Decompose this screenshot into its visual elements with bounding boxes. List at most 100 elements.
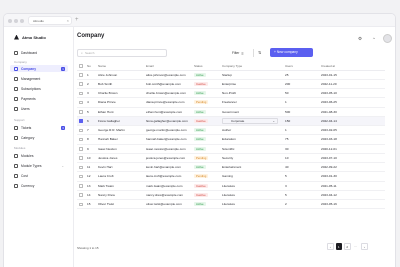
- count-badge: 3: [61, 125, 65, 130]
- new-company-button[interactable]: + New company: [270, 47, 313, 57]
- table-row[interactable]: 6 Fiona Gallagher fiona.gallagher@example.…: [77, 116, 385, 127]
- cell-users: 5: [283, 190, 319, 201]
- window-close-dot[interactable]: [8, 18, 12, 23]
- table-row[interactable]: 4 Diana Prince diana.prince@example.com Pen…: [77, 97, 385, 108]
- cell-users: 200: [283, 79, 319, 90]
- table-row[interactable]: 2 Bob Smith bob.smith@example.com Inactive E…: [77, 79, 385, 90]
- cell-created-at: 2020-12-01: [319, 144, 385, 154]
- cell-email: bob.smith@example.com: [144, 79, 192, 90]
- row-checkbox[interactable]: [77, 153, 85, 164]
- sidebar-item-cost[interactable]: Cost: [10, 172, 68, 179]
- row-checkbox[interactable]: [77, 88, 85, 99]
- cell-users: 5: [283, 171, 319, 182]
- row-checkbox[interactable]: [77, 181, 85, 191]
- sidebar-item-users[interactable]: Users: [10, 105, 68, 112]
- column-header-name[interactable]: Name: [96, 62, 144, 71]
- tab-close-icon[interactable]: ×: [67, 17, 69, 25]
- module-types-icon: [14, 163, 18, 168]
- module-icon: [14, 153, 18, 158]
- main-content: Company ⚙ ◔ ⌕ Filter ≡ ⇅ + New company N…: [70, 13, 400, 267]
- sidebar-item-tickets[interactable]: Tickets 3: [10, 124, 68, 131]
- table-row[interactable]: 3 Charlie Brown charlie.brown@example.com A…: [77, 88, 385, 99]
- status-badge: Active: [194, 128, 206, 133]
- company-type-select[interactable]: Corporate ⌄: [222, 118, 278, 124]
- select-all-checkbox[interactable]: [77, 62, 85, 71]
- cell-email: mark.twain@example.com: [144, 181, 192, 191]
- select-value: Corporate: [231, 119, 245, 124]
- row-checkbox[interactable]: [77, 79, 85, 90]
- window-maximize-dot[interactable]: [20, 18, 24, 23]
- sidebar-item-module-types[interactable]: Module Types ⌄: [10, 162, 68, 169]
- row-checkbox[interactable]: [77, 162, 85, 173]
- settings-icon[interactable]: ⚙: [358, 36, 362, 42]
- row-checkbox[interactable]: [77, 171, 85, 182]
- page-title: Company: [77, 33, 105, 39]
- search-box[interactable]: ⌕: [77, 49, 167, 57]
- sidebar-item-subscriptions[interactable]: Subscriptions: [10, 85, 68, 92]
- cell-created-at: 2023-04-12: [319, 190, 385, 201]
- filter-button[interactable]: Filter ≡: [232, 49, 244, 57]
- row-checkbox[interactable]: [77, 70, 85, 80]
- cell-status: Pending: [192, 171, 220, 182]
- row-checkbox[interactable]: [77, 116, 85, 127]
- brand-name: Atmo Studio: [22, 34, 46, 40]
- bell-icon[interactable]: ◔: [372, 36, 375, 41]
- window-minimize-dot[interactable]: [14, 18, 18, 23]
- sidebar-item-category[interactable]: Category: [10, 134, 68, 141]
- sort-icon[interactable]: ⇅: [258, 50, 261, 55]
- sidebar-item-currency[interactable]: Currency: [10, 182, 68, 189]
- column-header-users[interactable]: Users: [283, 62, 319, 71]
- column-header-created-at[interactable]: Created at: [319, 62, 385, 71]
- cell-company-type: Corporate ⌄: [220, 116, 283, 127]
- prev-page-button[interactable]: ‹: [327, 243, 334, 250]
- cell-status: Active: [192, 144, 220, 154]
- cell-users: 3: [283, 181, 319, 191]
- sidebar-item-dashboard[interactable]: Dashboard: [10, 49, 68, 56]
- row-checkbox[interactable]: [77, 134, 85, 145]
- cell-company-type: Security: [220, 153, 283, 164]
- row-checkbox[interactable]: [77, 190, 85, 201]
- sidebar-item-label: Tickets: [21, 125, 32, 130]
- table-row[interactable]: 9 Isaac Newton isaac.newton@example.com Act…: [77, 144, 385, 154]
- table-row[interactable]: 11 Kevin Hart kevin.hart@example.com Active…: [77, 162, 385, 173]
- table-row[interactable]: 12 Laura Croft laura.croft@example.com Pend…: [77, 171, 385, 182]
- column-header-email[interactable]: Email: [144, 62, 192, 71]
- cell-name: Fiona Gallagher: [96, 116, 144, 127]
- table-row[interactable]: 8 Hannah Baker hannah.baker@example.com Act…: [77, 134, 385, 145]
- browser-tab[interactable]: Almodio ×: [28, 16, 72, 25]
- cell-name: Laura Croft: [96, 171, 144, 182]
- cell-no: 7: [85, 125, 96, 136]
- table-row[interactable]: 10 Jessica Jones jessica.jones@example.com…: [77, 153, 385, 164]
- page-button[interactable]: 1: [335, 243, 342, 250]
- sidebar-item-label: Dashboard: [21, 50, 38, 55]
- cell-name: Ethan Hunt: [96, 107, 144, 117]
- column-header-status[interactable]: Status: [192, 62, 220, 71]
- cell-users: 1: [283, 125, 319, 136]
- column-header-company-type[interactable]: Company Type: [220, 62, 283, 71]
- row-checkbox[interactable]: [77, 125, 85, 136]
- sidebar-item-management[interactable]: Management: [10, 75, 68, 82]
- sidebar-item-company[interactable]: Company 1: [10, 65, 68, 72]
- avatar[interactable]: [383, 34, 392, 43]
- page-button[interactable]: 2: [344, 243, 351, 250]
- cell-company-type: Literature: [220, 190, 283, 201]
- sidebar-item-modules[interactable]: Modules: [10, 152, 68, 159]
- cell-created-at: 2021-05-11: [319, 181, 385, 191]
- row-checkbox[interactable]: [77, 144, 85, 154]
- table-row[interactable]: 1 Alice Johnson alice.johnson@example.com A…: [77, 70, 385, 80]
- next-page-button[interactable]: ›: [361, 243, 368, 250]
- table-row[interactable]: 5 Ethan Hunt ethan.hunt@example.com Active G…: [77, 107, 385, 117]
- table-row[interactable]: 7 George R.R. Martin george.martin@example…: [77, 125, 385, 136]
- row-checkbox[interactable]: [77, 199, 85, 210]
- cell-company-type: Entertainment: [220, 162, 283, 173]
- row-checkbox[interactable]: [77, 107, 85, 117]
- sidebar-item-payments[interactable]: Payments: [10, 95, 68, 102]
- brand[interactable]: Atmo Studio: [14, 33, 46, 41]
- table-row[interactable]: 14 Nancy Drew nancy.drew@example.com Inacti…: [77, 190, 385, 201]
- table-row[interactable]: 15 Oliver Twist oliver.twist@example.com Ac…: [77, 199, 385, 210]
- row-checkbox[interactable]: [77, 97, 85, 108]
- table-row[interactable]: 13 Mark Twain mark.twain@example.com Inacti…: [77, 181, 385, 191]
- column-header-no[interactable]: No: [85, 62, 96, 71]
- search-input[interactable]: [84, 51, 165, 55]
- cell-users: 75: [283, 134, 319, 145]
